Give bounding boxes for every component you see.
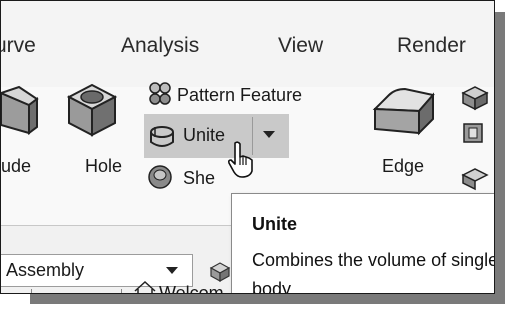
pattern-feature-label: Pattern Feature bbox=[177, 85, 303, 105]
shell-label: She bbox=[183, 168, 216, 188]
window-shadow-bottom bbox=[30, 294, 505, 304]
edge-blend-label: Edge bbox=[382, 156, 425, 176]
small-tool-2-icon[interactable] bbox=[459, 119, 489, 147]
home-icon bbox=[134, 280, 156, 293]
extrude-label: ude bbox=[1, 156, 32, 176]
menu-view[interactable]: View bbox=[278, 34, 323, 58]
menu-render[interactable]: Render bbox=[397, 34, 466, 58]
tooltip-description: Combines the volume of single body. bbox=[252, 250, 495, 294]
extrude-icon bbox=[1, 85, 39, 135]
cursor-hand-icon bbox=[227, 141, 253, 178]
unite-label: Unite bbox=[183, 125, 226, 145]
small-tool-3-icon[interactable] bbox=[459, 163, 489, 191]
menu-analysis[interactable]: Analysis bbox=[121, 34, 199, 58]
unite-dropdown-arrow-icon[interactable] bbox=[263, 131, 275, 139]
menu-bar: urve Analysis View Render bbox=[1, 1, 494, 87]
window-shadow-right bbox=[495, 12, 505, 304]
welcome-tab-label[interactable]: Welcom bbox=[159, 283, 224, 293]
small-tool-1-icon[interactable] bbox=[459, 83, 489, 111]
assembly-dropdown-value: Assembly bbox=[6, 260, 85, 280]
edge-blend-icon bbox=[372, 87, 435, 136]
unite-tooltip: Unite Combines the volume of single body… bbox=[231, 193, 495, 294]
shell-icon bbox=[148, 165, 172, 189]
cad-window: urve Analysis View Render ude Hole bbox=[0, 0, 495, 294]
menu-curve[interactable]: urve bbox=[1, 34, 36, 58]
hole-label: Hole bbox=[85, 156, 123, 176]
pattern-feature-icon bbox=[149, 82, 171, 105]
tooltip-title: Unite bbox=[252, 214, 297, 234]
unite-icon bbox=[150, 126, 174, 147]
chevron-down-icon bbox=[166, 267, 178, 274]
hole-icon bbox=[66, 83, 118, 137]
part-icon[interactable] bbox=[207, 259, 233, 285]
